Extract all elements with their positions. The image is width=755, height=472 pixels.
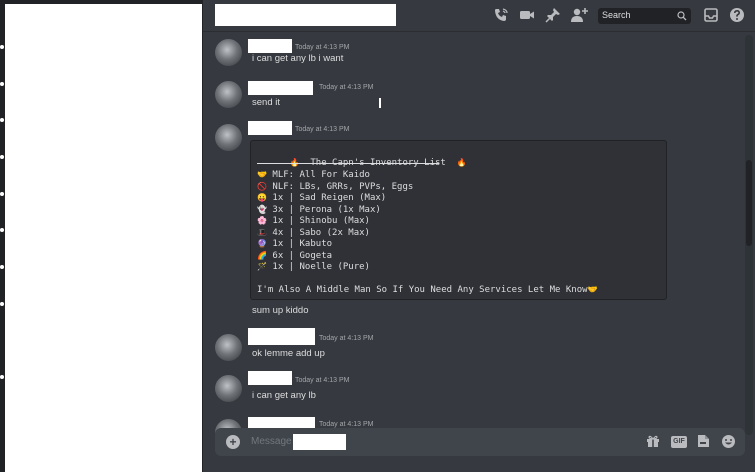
gif-icon[interactable]: GIF	[671, 436, 687, 448]
inventory-footer: I'm Also A Middle Man So If You Need Any…	[257, 285, 598, 295]
guild-indicator	[0, 118, 4, 122]
username-redacted[interactable]	[248, 328, 315, 345]
tongue-face-icon: 😛	[257, 193, 267, 202]
message-timestamp: Today at 4:13 PM	[319, 84, 374, 91]
video-icon[interactable]	[518, 7, 536, 25]
fire-icon: 🔥	[456, 158, 467, 167]
message-text: send it	[252, 97, 280, 108]
inventory-line: 😛 1x | Sad Reigen (Max)	[257, 193, 386, 203]
message-text: i can get any lb i want	[252, 53, 344, 64]
gift-icon[interactable]	[645, 434, 661, 450]
text-cursor	[379, 98, 381, 108]
username-redacted[interactable]	[248, 81, 313, 95]
inventory-line-text: 1x | Noelle (Pure)	[272, 262, 370, 272]
message-composer[interactable]: + Message GIF	[215, 428, 745, 456]
upload-plus-icon[interactable]: +	[226, 435, 240, 449]
inventory-line: 🤝 MLF: All For Kaido	[257, 170, 370, 180]
title-underline	[257, 163, 439, 164]
channel-name-redacted	[293, 434, 346, 450]
avatar[interactable]	[215, 124, 242, 151]
guild-indicator	[0, 155, 4, 159]
guild-indicator	[0, 375, 4, 379]
inventory-line-text: 1x | Shinobu (Max)	[272, 216, 370, 226]
top-hat-icon: 🎩	[257, 227, 267, 237]
ghost-icon: 👻	[257, 204, 267, 214]
inventory-line: 🔮 1x | Kabuto	[257, 239, 332, 249]
call-icon[interactable]	[492, 7, 510, 25]
avatar[interactable]	[215, 375, 242, 402]
username-redacted[interactable]	[248, 121, 292, 135]
inventory-line: 🚫 NLF: LBs, GRRs, PVPs, Eggs	[257, 182, 413, 192]
message-text: sum up kiddo	[252, 305, 309, 316]
inventory-line: 🌈 6x | Gogeta	[257, 251, 332, 261]
inventory-line-text: 1x | Kabuto	[272, 239, 333, 249]
channel-header: Search	[203, 0, 755, 32]
channel-name-redacted	[215, 4, 396, 26]
scrollbar-thumb[interactable]	[746, 160, 752, 246]
inbox-icon[interactable]	[702, 7, 720, 25]
username-redacted[interactable]	[248, 39, 292, 53]
guild-indicator	[0, 265, 4, 269]
pin-icon[interactable]	[544, 7, 562, 25]
handshake-icon: 🤝	[257, 170, 267, 179]
message-list: Today at 4:13 PM i can get any lb i want…	[203, 33, 755, 472]
inventory-footer-text: I'm Also A Middle Man So If You Need Any…	[257, 285, 588, 295]
guild-indicator	[0, 302, 4, 306]
username-redacted[interactable]	[248, 371, 292, 385]
inventory-line-text: NLF: LBs, GRRs, PVPs, Eggs	[272, 181, 414, 192]
inventory-line: 👻 3x | Perona (1x Max)	[257, 205, 381, 215]
guild-indicator	[0, 228, 4, 232]
message-placeholder: Message	[251, 436, 292, 447]
search-input[interactable]: Search	[598, 8, 691, 24]
guild-indicator	[0, 82, 4, 86]
add-member-icon[interactable]	[570, 7, 588, 25]
magic-wand-icon: 🪄	[257, 262, 267, 271]
search-placeholder: Search	[602, 10, 631, 20]
sticker-icon[interactable]	[695, 434, 711, 450]
inventory-line-text: MLF: All For Kaido	[272, 170, 370, 180]
rainbow-icon: 🌈	[257, 250, 267, 260]
no-entry-icon: 🚫	[257, 181, 267, 191]
channel-list-redacted	[5, 4, 202, 472]
message-timestamp: Today at 4:13 PM	[295, 126, 350, 133]
guild-indicator	[0, 45, 4, 49]
message-timestamp: Today at 4:13 PM	[295, 44, 350, 51]
message-timestamp: Today at 4:13 PM	[319, 421, 374, 428]
inventory-line-text: 6x | Gogeta	[272, 250, 333, 261]
avatar[interactable]	[215, 334, 242, 361]
inventory-line-text: 3x | Perona (1x Max)	[272, 204, 381, 215]
avatar[interactable]	[215, 81, 242, 108]
crystal-ball-icon: 🔮	[257, 239, 267, 248]
avatar[interactable]	[215, 39, 242, 66]
help-icon[interactable]	[728, 7, 746, 25]
message-text: ok lemme add up	[252, 348, 325, 359]
inventory-line: 🌸 1x | Shinobu (Max)	[257, 216, 370, 226]
guild-indicator	[0, 192, 4, 196]
search-icon	[677, 9, 687, 21]
emoji-icon[interactable]	[720, 434, 736, 450]
inventory-line: 🎩 4x | Sabo (2x Max)	[257, 228, 370, 238]
handshake-icon: 🤝	[587, 285, 598, 294]
inventory-line-text: 1x | Sad Reigen (Max)	[272, 193, 387, 203]
message-text: i can get any lb	[252, 390, 316, 401]
message-timestamp: Today at 4:13 PM	[295, 377, 350, 384]
inventory-code-block: 🔥 The Capn's Inventory List 🔥 🤝 MLF: All…	[250, 140, 667, 300]
blossom-icon: 🌸	[257, 216, 267, 225]
inventory-line: 🪄 1x | Noelle (Pure)	[257, 262, 370, 272]
message-timestamp: Today at 4:13 PM	[319, 335, 374, 342]
inventory-line-text: 4x | Sabo (2x Max)	[272, 227, 370, 238]
